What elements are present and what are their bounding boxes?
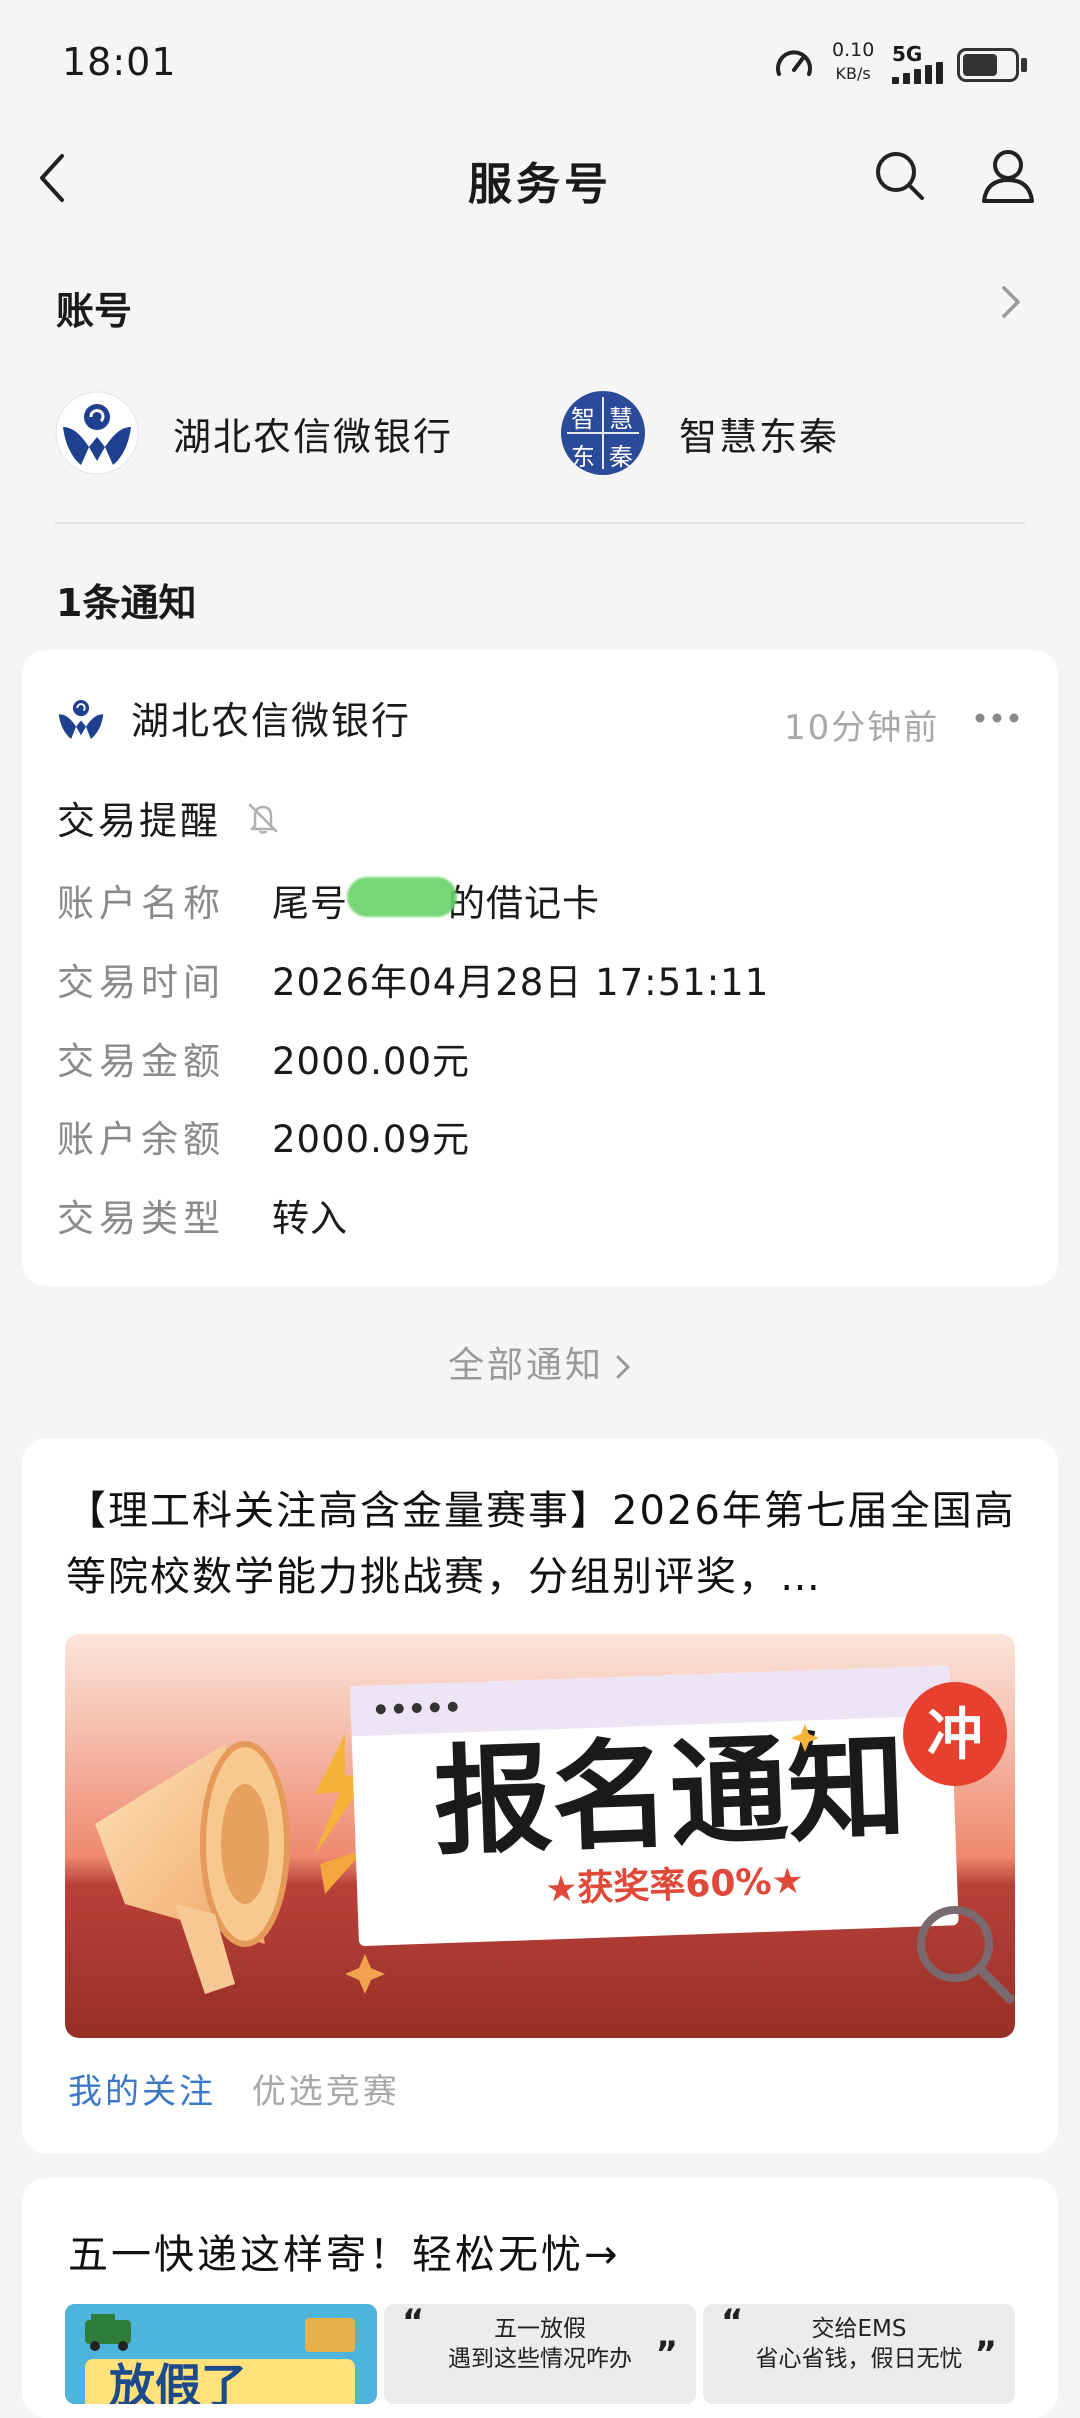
row-account-name: 账户名称 尾号 的借记卡: [57, 875, 600, 925]
notification-header: 湖北农信微银行: [55, 690, 411, 745]
bank-logo-icon: [58, 699, 104, 739]
account-item-zhihui-dongqin[interactable]: 智 慧 东 秦 智慧东秦: [561, 388, 839, 478]
speedometer-icon: [776, 50, 812, 76]
network-speed: 0.10 KB/s: [832, 38, 874, 86]
article-title[interactable]: 【理工科关注高含金量赛事】2026年第七届全国高等院校数学能力挑战赛，分组别评奖…: [66, 1478, 1016, 1610]
logo-char: 慧: [609, 405, 633, 433]
notifications-count: 1条通知: [56, 581, 197, 625]
row-value: 2000.09元: [272, 1118, 471, 1161]
article-quote[interactable]: “ ” 五一放假 遇到这些情况咋办: [384, 2302, 696, 2404]
row-label: 交易金额: [57, 1040, 225, 1083]
row-value-suffix: 的借记卡: [448, 882, 600, 925]
account-item-hubei-bank[interactable]: 湖北农信微银行: [55, 388, 453, 478]
redaction-mark: [347, 877, 457, 917]
row-label: 账户名称: [57, 882, 225, 925]
all-notifications-label: 全部通知: [447, 1345, 604, 1386]
thumbnail-image: 放假了: [65, 2304, 377, 2404]
logo-char: 智: [571, 405, 595, 433]
row-transaction-time: 交易时间 2026年04月28日 17:51:11: [57, 954, 769, 1004]
chevron-right-icon[interactable]: [998, 284, 1024, 320]
article-title[interactable]: 五一快递这样寄！轻松无忧→: [68, 2222, 621, 2280]
search-icon[interactable]: [872, 148, 928, 204]
quote-line: 五一放假: [494, 2316, 586, 2342]
account-name: 智慧东秦: [679, 414, 840, 459]
tag-my-follow[interactable]: 我的关注: [68, 2072, 216, 2112]
notification-time: 10分钟前: [784, 708, 940, 748]
row-transaction-type: 交易类型 转入: [57, 1190, 348, 1240]
notification-card[interactable]: 湖北农信微银行 10分钟前 交易提醒 账户名称 尾号 的借记卡 交易时间 2026…: [22, 650, 1058, 1286]
row-value: 2000.00元: [272, 1040, 471, 1083]
notification-type: 交易提醒: [57, 790, 281, 845]
article-tags: 我的关注 优选竞赛: [68, 2064, 400, 2113]
row-transaction-amount: 交易金额 2000.00元: [57, 1033, 470, 1083]
article-card[interactable]: 【理工科关注高含金量赛事】2026年第七届全国高等院校数学能力挑战赛，分组别评奖…: [22, 1438, 1058, 2154]
divider: [55, 522, 1025, 524]
chevron-right-icon: [616, 1355, 630, 1379]
accounts-section-title: 账号: [56, 289, 133, 333]
bank-logo-icon: [55, 391, 139, 475]
all-notifications-link[interactable]: 全部通知: [0, 1336, 1080, 1388]
quote-text: 交给EMS 省心省钱，假日无忧: [703, 2314, 1015, 2374]
banner-badge: 冲: [927, 1703, 983, 1768]
banner-image: 报名通知 ★获奖率60%★ 冲: [65, 1634, 1015, 2038]
notification-type-label: 交易提醒: [57, 799, 222, 843]
status-bar: 18:01 0.10 KB/s 5G: [0, 0, 1080, 120]
zhihui-dongqin-logo-icon: 智 慧 东 秦: [561, 391, 645, 475]
row-value: 转入: [272, 1197, 348, 1240]
logo-char: 东: [571, 443, 595, 471]
more-options-icon[interactable]: [974, 712, 1020, 724]
row-label: 交易类型: [57, 1197, 225, 1240]
row-account-balance: 账户余额 2000.09元: [57, 1111, 470, 1161]
quote-line: 省心省钱，假日无忧: [755, 2346, 963, 2372]
row-value: 尾号 的借记卡: [272, 873, 600, 927]
row-label: 账户余额: [57, 1118, 225, 1161]
account-name: 湖北农信微银行: [173, 414, 454, 459]
quote-line: 遇到这些情况咋办: [448, 2346, 632, 2372]
row-label: 交易时间: [57, 961, 225, 1004]
status-time: 18:01: [62, 40, 177, 84]
quote-text: 五一放假 遇到这些情况咋办: [384, 2314, 696, 2374]
tag-featured-contest[interactable]: 优选竞赛: [252, 2072, 400, 2112]
article-thumbnail[interactable]: 放假了: [65, 2304, 377, 2404]
banner-headline: 报名通知: [432, 1717, 909, 1871]
row-value: 2026年04月28日 17:51:11: [272, 961, 770, 1004]
battery-icon: [957, 48, 1019, 82]
logo-char: 秦: [609, 443, 633, 471]
row-value-prefix: 尾号: [272, 882, 348, 925]
signal-icon: [892, 62, 943, 84]
thumbnail-text: 放假了: [109, 2359, 247, 2404]
article-card[interactable]: 五一快递这样寄！轻松无忧→ 放假了 “ ” 五一放假 遇到这些情况咋办 “ ” …: [22, 2178, 1058, 2418]
speed-value: 0.10: [832, 39, 875, 61]
user-icon[interactable]: [978, 145, 1038, 205]
speed-unit: KB/s: [835, 64, 871, 83]
article-banner[interactable]: 报名通知 ★获奖率60%★ 冲: [65, 1634, 1015, 2038]
quote-line: 交给EMS: [811, 2316, 907, 2342]
article-quote[interactable]: “ ” 交给EMS 省心省钱，假日无忧: [703, 2302, 1015, 2404]
notification-sender: 湖北农信微银行: [131, 699, 412, 743]
bell-muted-icon[interactable]: [245, 800, 281, 836]
battery-tip: [1021, 58, 1027, 72]
